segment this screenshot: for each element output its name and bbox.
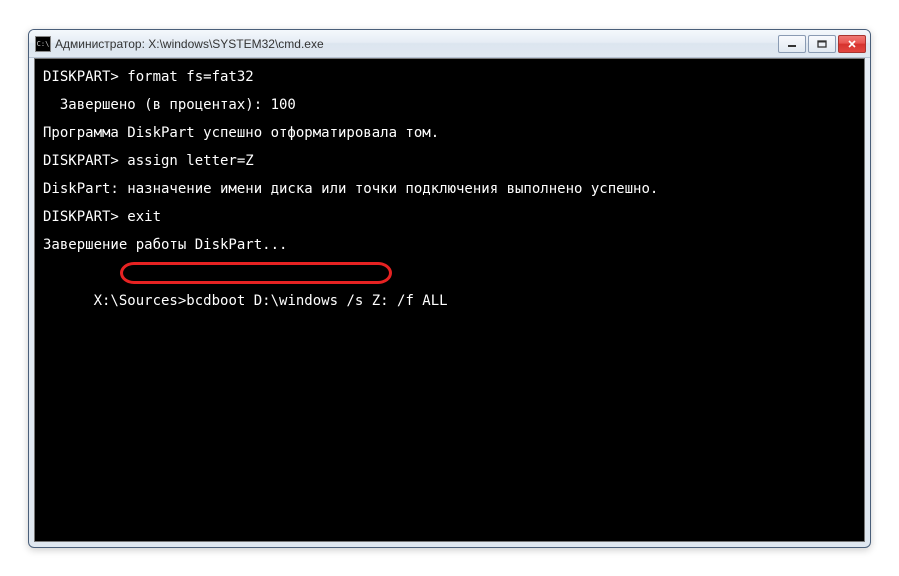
- console-line: DISKPART> assign letter=Z: [43, 147, 856, 175]
- console-line: Программа DiskPart успешно отформатирова…: [43, 119, 856, 147]
- console-line: DiskPart: назначение имени диска или точ…: [43, 175, 856, 203]
- console-area[interactable]: DISKPART> format fs=fat32 Завершено (в п…: [34, 58, 865, 542]
- window-title: Администратор: X:\windows\SYSTEM32\cmd.e…: [55, 37, 778, 51]
- cmd-icon: C:\: [35, 36, 51, 52]
- maximize-button[interactable]: [808, 35, 836, 53]
- console-line: DISKPART> format fs=fat32: [43, 63, 856, 91]
- titlebar[interactable]: C:\ Администратор: X:\windows\SYSTEM32\c…: [29, 30, 870, 58]
- console-prompt: X:\Sources>bcdboot D:\windows /s Z: /f A…: [94, 293, 448, 309]
- close-button[interactable]: [838, 35, 866, 53]
- console-line: Завершение работы DiskPart...: [43, 231, 856, 259]
- console-line: DISKPART> exit: [43, 203, 856, 231]
- cmd-window: C:\ Администратор: X:\windows\SYSTEM32\c…: [28, 29, 871, 548]
- minimize-button[interactable]: [778, 35, 806, 53]
- console-line: X:\Sources>bcdboot D:\windows /s Z: /f A…: [43, 259, 856, 371]
- highlight-annotation: [120, 262, 392, 284]
- console-line: Завершено (в процентах): 100: [43, 91, 856, 119]
- window-controls: [778, 35, 866, 53]
